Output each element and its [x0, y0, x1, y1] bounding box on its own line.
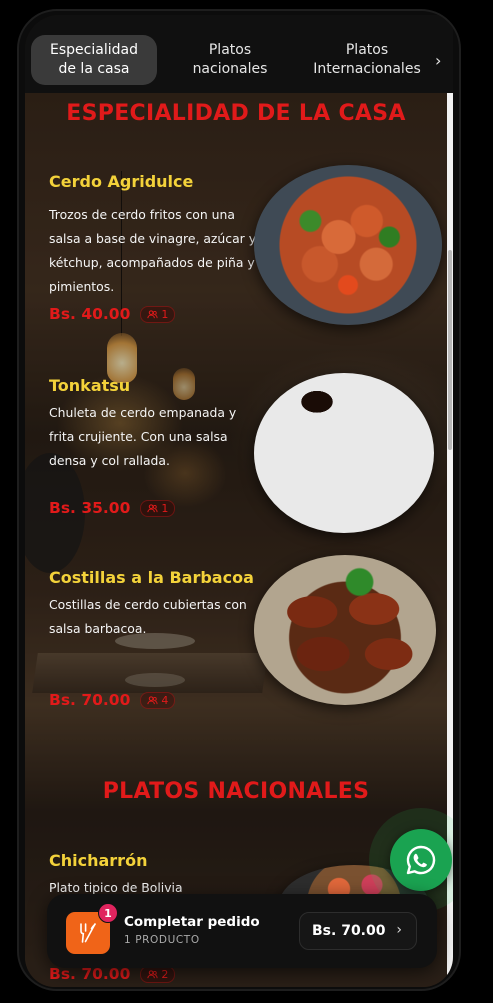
menu-item[interactable]: Cerdo Agridulce Trozos de cerdo fritos c… [49, 172, 259, 299]
category-tab-bar: Especialidad de la casa Platos nacionale… [25, 15, 453, 93]
item-name: Chicharrón [49, 851, 148, 870]
servings-badge: 1 [140, 499, 176, 517]
complete-order-bar[interactable]: 1 Completar pedido 1 PRODUCTO Bs. 70.00 … [47, 894, 437, 968]
section-title-especialidad: ESPECIALIDAD DE LA CASA [66, 101, 406, 126]
item-price-row: Bs. 40.00 1 [49, 305, 176, 323]
menu-item[interactable]: Chicharrón Plato tipico de Bolivia [49, 851, 259, 900]
servings-count: 4 [161, 693, 169, 707]
servings-badge: 1 [140, 305, 176, 323]
whatsapp-button[interactable] [390, 829, 452, 891]
servings-badge: 2 [140, 965, 176, 983]
chevron-right-icon[interactable]: › [435, 51, 441, 70]
servings-count: 1 [161, 307, 169, 321]
tab-especialidad-de-la-casa[interactable]: Especialidad de la casa [31, 35, 157, 85]
order-count-badge: 1 [98, 903, 118, 923]
people-icon [147, 969, 158, 978]
order-total-button[interactable]: Bs. 70.00 › [299, 912, 417, 950]
menu-item[interactable]: Costillas a la Barbacoa Costillas de cer… [49, 568, 259, 641]
chevron-right-icon: › [396, 922, 402, 938]
tonkatsu-image[interactable] [254, 373, 434, 533]
item-name: Tonkatsu [49, 376, 131, 395]
item-description: Trozos de cerdo fritos con una salsa a b… [49, 207, 257, 294]
order-subtitle: 1 PRODUCTO [124, 934, 200, 946]
app-screen: Especialidad de la casa Platos nacionale… [25, 15, 453, 987]
servings-count: 2 [161, 967, 169, 981]
item-name: Cerdo Agridulce [49, 172, 194, 191]
item-price-row: Bs. 70.00 4 [49, 691, 176, 709]
people-icon [147, 503, 158, 512]
servings-count: 1 [161, 501, 169, 515]
people-icon [147, 309, 158, 318]
utensils-icon [80, 923, 96, 943]
phone-frame: Especialidad de la casa Platos nacionale… [17, 9, 461, 991]
scrollbar-thumb[interactable] [448, 250, 452, 450]
menu-item[interactable]: Tonkatsu Chuleta de cerdo empanada y fri… [49, 376, 259, 473]
item-price-row: Bs. 35.00 1 [49, 499, 176, 517]
item-description: Chuleta de cerdo empanada y frita crujie… [49, 405, 237, 468]
servings-badge: 4 [140, 691, 176, 709]
costillas-barbacoa-image[interactable] [254, 555, 436, 705]
tab-platos-internacionales[interactable]: Platos Internacionales [307, 35, 427, 85]
order-title: Completar pedido [124, 914, 260, 930]
cerdo-agridulce-image[interactable] [254, 165, 442, 325]
tab-platos-nacionales[interactable]: Platos nacionales [175, 35, 285, 85]
item-price: Bs. 40.00 [49, 305, 131, 323]
whatsapp-icon [406, 845, 436, 875]
item-price: Bs. 70.00 [49, 691, 131, 709]
item-description: Costillas de cerdo cubiertas con salsa b… [49, 597, 247, 636]
order-total-value: Bs. 70.00 [312, 923, 386, 939]
item-price: Bs. 35.00 [49, 499, 131, 517]
people-icon [147, 695, 158, 704]
item-name: Costillas a la Barbacoa [49, 568, 254, 587]
section-title-platos-nacionales: PLATOS NACIONALES [102, 779, 370, 804]
